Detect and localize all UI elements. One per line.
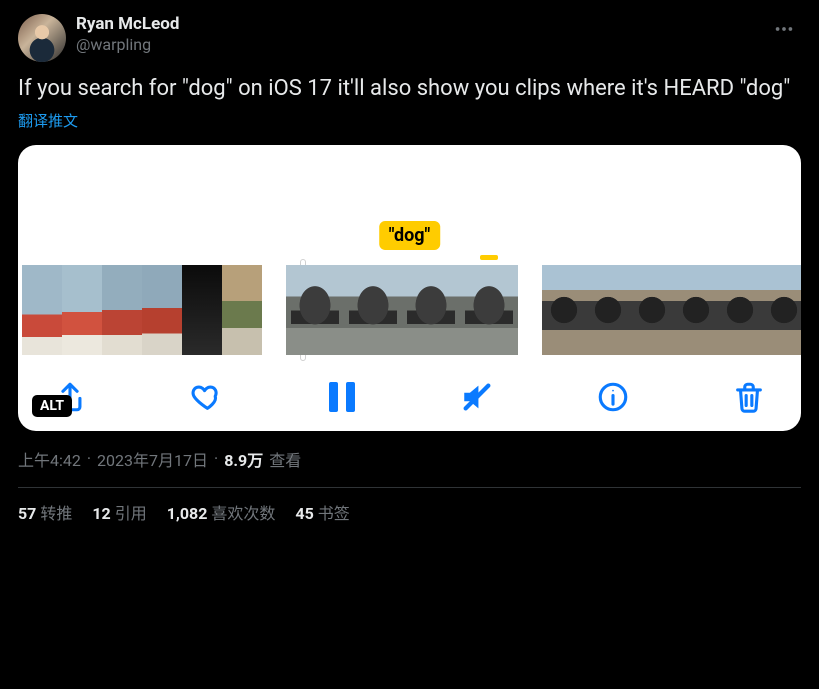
clip-thumbnail-group[interactable] [542,265,801,355]
tweet-text: If you search for "dog" on iOS 17 it'll … [18,74,801,104]
clip-thumbnail-group[interactable] [286,265,518,355]
clip-frame [22,265,62,355]
meta-separator: · [87,449,91,468]
heart-icon [189,380,223,414]
stats-row: 57转推 12引用 1,082喜欢次数 45书签 [18,500,801,524]
clip-frame [286,265,344,355]
clip-frame [630,265,674,355]
like-button[interactable] [186,377,226,417]
quotes-stat[interactable]: 12引用 [92,500,146,524]
caption-chip: "dog" [379,221,441,250]
author-block[interactable]: Ryan McLeod @warpling [76,14,179,55]
pause-icon [329,382,355,412]
bookmarks-stat[interactable]: 45书签 [295,500,349,524]
mute-icon [460,380,494,414]
clip-frame [102,265,142,355]
avatar[interactable] [18,14,66,62]
mute-button[interactable] [457,377,497,417]
tweet-container: Ryan McLeod @warpling If you search for … [0,0,819,534]
caption-zone: "dog" [18,155,801,265]
views-label: 查看 [269,447,301,471]
delete-button[interactable] [729,377,769,417]
divider [18,487,801,488]
retweets-stat[interactable]: 57转推 [18,500,72,524]
video-timeline[interactable] [18,265,801,355]
author-handle: @warpling [76,35,179,55]
clip-frame [62,265,102,355]
media-toolbar [18,355,801,417]
info-button[interactable] [593,377,633,417]
clip-frame [344,265,402,355]
tweet-time: 上午4:42 [18,447,81,471]
clip-frame [402,265,460,355]
clip-frame [674,265,718,355]
more-options-button[interactable] [767,14,801,44]
tweet-meta[interactable]: 上午4:42 · 2023年7月17日 · 8.9万 查看 [18,447,801,471]
clip-frame [718,265,762,355]
translate-link[interactable]: 翻译推文 [18,110,801,131]
clip-frame [586,265,630,355]
tweet-header: Ryan McLeod @warpling [18,14,801,62]
trash-icon [732,380,766,414]
info-icon [596,380,630,414]
ellipsis-icon [773,18,795,40]
views-count: 8.9万 [224,447,263,471]
author-display-name: Ryan McLeod [76,14,179,35]
clip-thumbnail-group[interactable] [22,265,262,355]
likes-stat[interactable]: 1,082喜欢次数 [167,500,276,524]
media-card[interactable]: "dog" [18,145,801,431]
caption-tick [480,255,498,260]
tweet-date: 2023年7月17日 [97,447,208,471]
meta-separator: · [214,449,218,468]
clip-frame [222,265,262,355]
clip-frame [460,265,518,355]
clip-frame [762,265,801,355]
alt-badge[interactable]: ALT [32,395,72,417]
clip-frame [142,265,182,355]
clip-frame [182,265,222,355]
clip-frame [542,265,586,355]
pause-button[interactable] [322,377,362,417]
